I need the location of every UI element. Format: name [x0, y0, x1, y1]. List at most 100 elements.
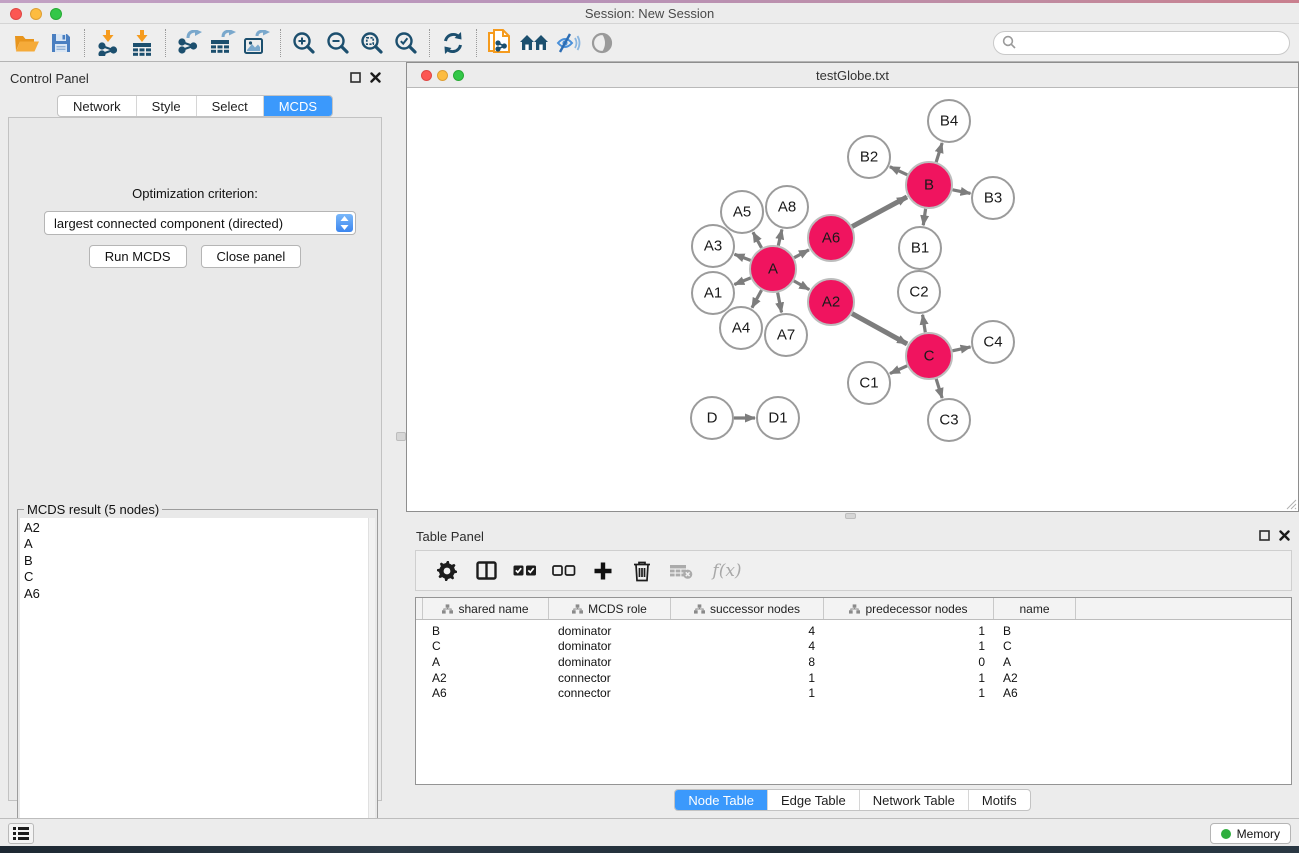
graph-node-B2[interactable]: B2 [848, 136, 890, 178]
window-resize-grip[interactable] [1285, 498, 1297, 510]
tab-edge-table[interactable]: Edge Table [767, 790, 859, 810]
graph-edge-A-A4[interactable] [752, 290, 762, 308]
graph-node-D[interactable]: D [691, 397, 733, 439]
run-mcds-button[interactable]: Run MCDS [89, 245, 187, 268]
graph-edge-A2-C[interactable] [852, 314, 907, 344]
import-table-icon[interactable] [125, 27, 159, 59]
close-table-panel-icon[interactable] [1278, 529, 1291, 542]
network-canvas[interactable]: A A1 A2 A3 A4 A5 A6 A7 A8 B B1 B2 B3B4 C C1 C2 C3C4 D D1 [408, 88, 1297, 510]
network-graph[interactable]: A A1 A2 A3 A4 A5 A6 A7 A8 B B1 B2 B3B4 C C1 C2 C3C4 D D1 [408, 88, 1297, 510]
zoom-in-icon[interactable] [287, 27, 321, 59]
task-history-icon[interactable] [8, 823, 34, 844]
graph-edge-C-C2[interactable] [923, 315, 926, 333]
graph-node-A8[interactable]: A8 [766, 186, 808, 228]
result-item[interactable]: C [24, 569, 368, 585]
result-item[interactable]: A [24, 536, 368, 552]
close-panel-button[interactable]: Close panel [201, 245, 302, 268]
graph-node-C1[interactable]: C1 [848, 362, 890, 404]
close-panel-icon[interactable] [369, 71, 382, 84]
table-row[interactable]: A2 connector 1 1 A2 [416, 670, 1291, 686]
horizontal-splitter-grip[interactable] [845, 513, 856, 519]
open-file-icon[interactable] [10, 27, 44, 59]
graph-edge-A-A7[interactable] [778, 293, 782, 313]
graph-edge-A6-B[interactable] [852, 197, 907, 227]
graph-edge-A-A8[interactable] [778, 229, 782, 245]
result-item[interactable]: B [24, 553, 368, 569]
graph-edge-B-B3[interactable] [953, 190, 971, 194]
save-session-icon[interactable] [44, 27, 78, 59]
result-scrollbar[interactable] [368, 518, 375, 846]
graph-edge-B-B1[interactable] [923, 209, 925, 225]
graph-node-B[interactable]: B [906, 162, 952, 208]
export-image-icon[interactable] [240, 27, 274, 59]
export-network-icon[interactable] [172, 27, 206, 59]
vertical-splitter-grip[interactable] [396, 432, 406, 441]
graph-edge-A-A3[interactable] [734, 254, 750, 260]
show-details-icon[interactable] [585, 27, 619, 59]
graph-node-B3[interactable]: B3 [972, 177, 1014, 219]
column-header-predecessor-nodes[interactable]: predecessor nodes [824, 598, 994, 619]
column-header-name[interactable]: name [994, 598, 1076, 619]
graph-edge-C-C4[interactable] [952, 347, 970, 351]
graph-node-C[interactable]: C [906, 333, 952, 379]
graph-edge-C-C3[interactable] [936, 379, 942, 398]
graph-edge-A-A1[interactable] [734, 278, 750, 285]
result-item[interactable]: A6 [24, 586, 368, 602]
tab-network[interactable]: Network [58, 96, 136, 116]
delete-table-icon[interactable] [666, 555, 696, 587]
refresh-icon[interactable] [436, 27, 470, 59]
graph-edge-A-A2[interactable] [794, 281, 809, 290]
graph-node-A[interactable]: A [750, 246, 796, 292]
graph-edge-B-B2[interactable] [890, 167, 907, 175]
select-all-icon[interactable] [510, 555, 540, 587]
table-row[interactable]: A6 connector 1 1 A6 [416, 685, 1291, 701]
graph-node-B4[interactable]: B4 [928, 100, 970, 142]
export-table-icon[interactable] [206, 27, 240, 59]
criterion-dropdown[interactable]: largest connected component (directed) [44, 211, 356, 235]
fit-content-icon[interactable] [355, 27, 389, 59]
graph-edge-A-A6[interactable] [794, 250, 809, 258]
graph-edge-A-A5[interactable] [753, 232, 762, 248]
graph-node-A4[interactable]: A4 [720, 307, 762, 349]
zoom-selected-icon[interactable] [389, 27, 423, 59]
table-row[interactable]: B dominator 4 1 B [416, 623, 1291, 639]
search-field[interactable] [993, 31, 1290, 55]
graph-node-A5[interactable]: A5 [721, 191, 763, 233]
graph-node-A7[interactable]: A7 [765, 314, 807, 356]
graph-node-A1[interactable]: A1 [692, 272, 734, 314]
hide-details-icon[interactable] [551, 27, 585, 59]
zoom-out-icon[interactable] [321, 27, 355, 59]
tab-node-table[interactable]: Node Table [675, 790, 767, 810]
memory-button[interactable]: Memory [1210, 823, 1291, 844]
graph-node-D1[interactable]: D1 [757, 397, 799, 439]
column-header-successor-nodes[interactable]: successor nodes [671, 598, 824, 619]
graph-edge-C-C1[interactable] [890, 366, 907, 374]
graph-node-A3[interactable]: A3 [692, 225, 734, 267]
column-header-mcds-role[interactable]: MCDS role [549, 598, 671, 619]
table-row[interactable]: A dominator 8 0 A [416, 654, 1291, 670]
import-network-icon[interactable] [91, 27, 125, 59]
result-item[interactable]: A2 [24, 520, 368, 536]
graph-node-A6[interactable]: A6 [808, 215, 854, 261]
settings-gear-icon[interactable] [432, 555, 462, 587]
table-row[interactable]: C dominator 4 1 C [416, 639, 1291, 655]
column-header-shared-name[interactable]: shared name [423, 598, 549, 619]
graph-node-A2[interactable]: A2 [808, 279, 854, 325]
column-selector-icon[interactable] [471, 555, 501, 587]
tab-mcds[interactable]: MCDS [263, 96, 332, 116]
graph-node-C3[interactable]: C3 [928, 399, 970, 441]
function-builder-icon[interactable]: f(x) [705, 555, 749, 587]
search-input[interactable] [1017, 34, 1289, 52]
float-panel-icon[interactable] [349, 71, 362, 84]
tab-motifs[interactable]: Motifs [968, 790, 1030, 810]
float-table-panel-icon[interactable] [1258, 529, 1271, 542]
delete-column-icon[interactable] [627, 555, 657, 587]
graph-node-B1[interactable]: B1 [899, 227, 941, 269]
graph-node-C4[interactable]: C4 [972, 321, 1014, 363]
deselect-all-icon[interactable] [549, 555, 579, 587]
graph-node-C2[interactable]: C2 [898, 271, 940, 313]
tab-network-table[interactable]: Network Table [859, 790, 968, 810]
network-from-file-icon[interactable] [483, 27, 517, 59]
tab-style[interactable]: Style [136, 96, 196, 116]
tab-select[interactable]: Select [196, 96, 263, 116]
